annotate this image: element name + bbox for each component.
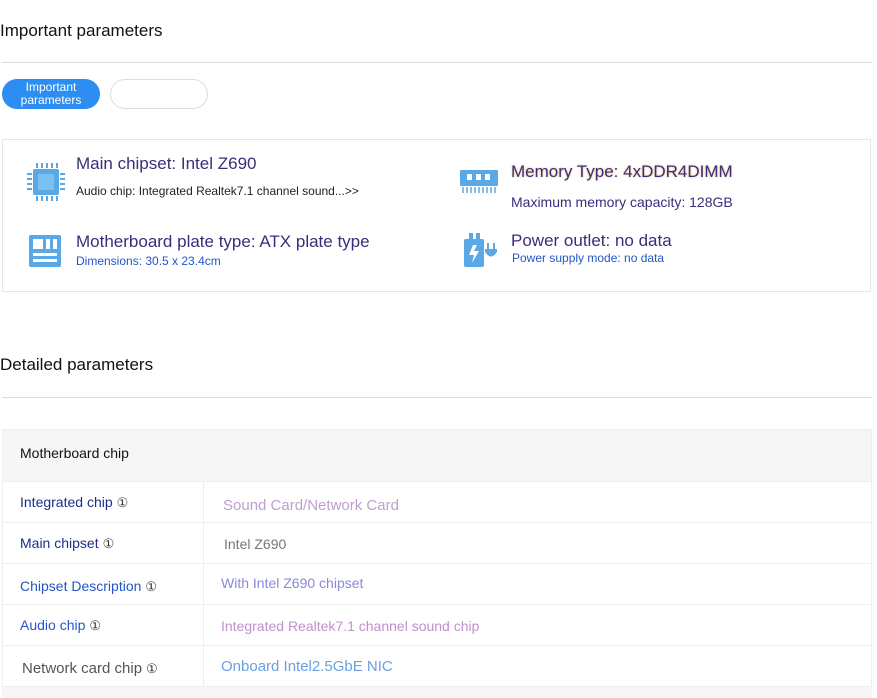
params-table: Motherboard chip Integrated chip ① Sound … [2,429,872,687]
memory-subtitle: Maximum memory capacity: 128GB [511,194,733,210]
table-row: Network card chip ① Onboard Intel2.5GbE N… [3,646,871,686]
memory-title: Memory Type: 4xDDR4DIMM [511,162,733,181]
power-title: Power outlet: no data [511,231,672,250]
row-value: Intel Z690 [224,536,287,552]
row-key: Main chipset ① [20,535,115,552]
row-key: Network card chip ① [22,660,158,677]
section-header: Motherboard chip [3,430,871,482]
row-key: Integrated chip ① [20,494,129,511]
info-icon[interactable]: ① [103,536,115,552]
important-parameters-heading: Important parameters [0,21,163,40]
tab-important-parameters[interactable]: Important parameters [2,79,100,109]
power-subtitle: Power supply mode: no data [512,251,665,265]
chipset-title: Main chipset: Intel Z690 [76,154,257,173]
info-icon[interactable]: ① [117,495,129,511]
row-value: Onboard Intel2.5GbE NIC [221,658,393,675]
board-subtitle: Dimensions: 30.5 x 23.4cm [76,254,221,268]
board-title: Motherboard plate type: ATX plate type [76,232,370,251]
info-icon[interactable]: ① [145,579,157,595]
detailed-parameters-heading: Detailed parameters [0,355,154,374]
table-row: Integrated chip ① Sound Card/Network Card [3,482,871,523]
chip-icon [27,163,65,201]
motherboard-icon [29,235,61,267]
divider [2,397,872,398]
info-icon[interactable]: ① [89,618,101,634]
row-key: Audio chip ① [20,617,102,634]
row-value: Integrated Realtek7.1 channel sound chip [221,618,480,634]
section-title: Motherboard chip [20,445,129,461]
table-footer [2,687,872,698]
tab-secondary[interactable] [110,79,208,109]
table-row: Main chipset ① Intel Z690 [3,523,871,564]
power-icon [464,233,497,267]
row-key: Chipset Description ① [20,578,158,595]
table-row: Chipset Description ① With Intel Z690 chi… [3,564,871,605]
info-icon[interactable]: ① [146,661,158,677]
row-value: With Intel Z690 chipset [221,575,364,591]
chipset-subtitle[interactable]: Audio chip: Integrated Realtek7.1 channe… [76,184,359,198]
memory-icon [460,170,498,193]
divider [2,62,872,63]
table-row: Audio chip ① Integrated Realtek7.1 channe… [3,605,871,646]
row-value: Sound Card/Network Card [223,497,399,514]
